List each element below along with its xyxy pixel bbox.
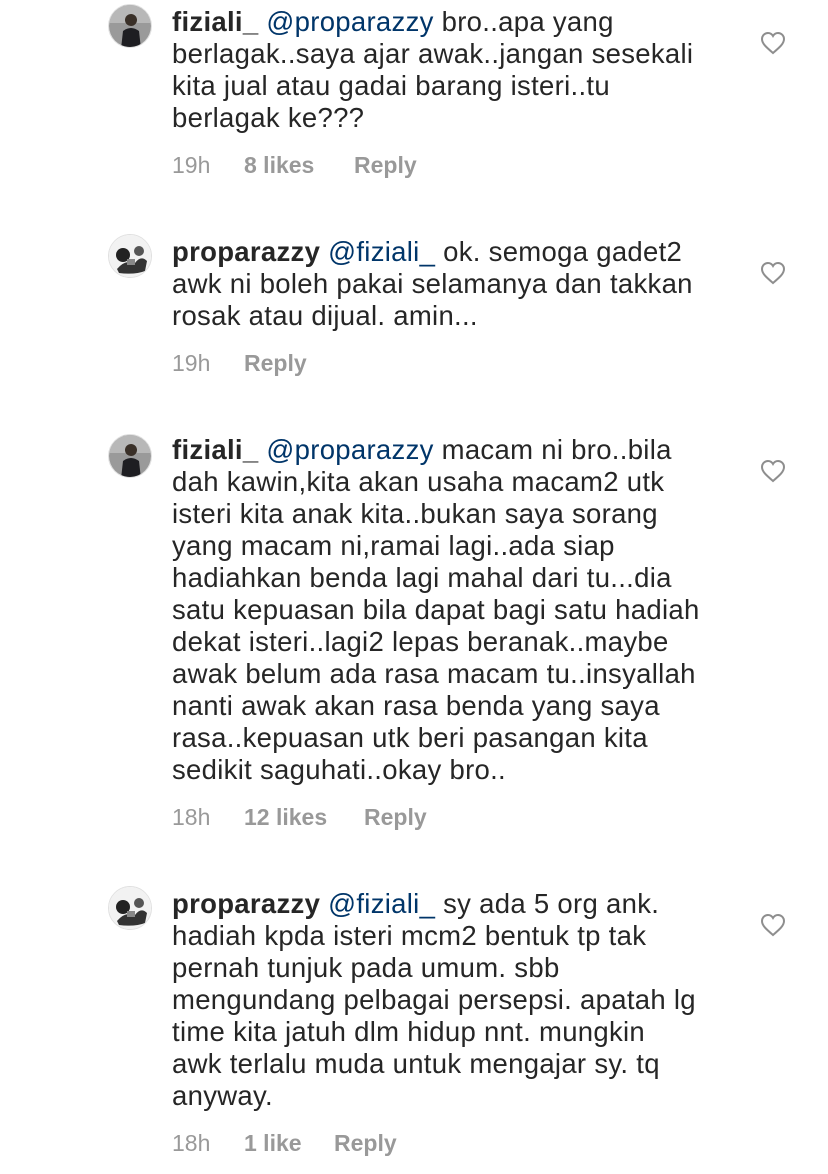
comment-time: 18h xyxy=(172,1130,211,1156)
comment-time: 19h xyxy=(172,152,211,178)
avatar-image xyxy=(109,235,151,277)
avatar-fiziali[interactable] xyxy=(108,434,152,478)
reply-button[interactable]: Reply xyxy=(334,1129,397,1157)
comment-mention[interactable]: @fiziali_ xyxy=(328,888,435,919)
avatar-proparazzy[interactable] xyxy=(108,886,152,930)
heart-outline-icon[interactable] xyxy=(760,261,786,285)
comment-text: fiziali_ @proparazzy bro..apa yang berla… xyxy=(172,6,732,134)
heart-outline-icon[interactable] xyxy=(760,913,786,937)
comment-username[interactable]: proparazzy xyxy=(172,236,320,267)
comment-text: proparazzy @fiziali_ sy ada 5 org ank. h… xyxy=(172,888,732,1112)
comment-body: sy ada 5 org ank. hadiah kpda isteri mcm… xyxy=(172,888,696,1111)
comment-text: fiziali_ @proparazzy macam ni bro..bila … xyxy=(172,434,732,786)
comment-username[interactable]: fiziali_ xyxy=(172,434,258,465)
heart-outline-icon[interactable] xyxy=(760,31,786,55)
reply-button[interactable]: Reply xyxy=(364,803,427,831)
avatar-image xyxy=(109,887,151,929)
comment-likes[interactable]: 8 likes xyxy=(244,151,354,179)
reply-button[interactable]: Reply xyxy=(244,349,307,377)
avatar-fiziali[interactable] xyxy=(108,4,152,48)
avatar-proparazzy[interactable] xyxy=(108,234,152,278)
comment-username[interactable]: fiziali_ xyxy=(172,6,258,37)
heart-outline-icon[interactable] xyxy=(760,459,786,483)
comment-time: 19h xyxy=(172,350,211,376)
comment-mention[interactable]: @proparazzy xyxy=(266,6,433,37)
comment-meta: 19h Reply xyxy=(172,349,307,377)
comment-body: macam ni bro..bila dah kawin,kita akan u… xyxy=(172,434,700,785)
comment-meta: 19h 8 likes Reply xyxy=(172,151,417,179)
comment-time: 18h xyxy=(172,804,211,830)
comment-meta: 18h 1 like Reply xyxy=(172,1129,397,1157)
reply-button[interactable]: Reply xyxy=(354,151,417,179)
comment-likes[interactable]: 12 likes xyxy=(244,803,364,831)
comment-mention[interactable]: @proparazzy xyxy=(266,434,433,465)
comment-text: proparazzy @fiziali_ ok. semoga gadet2 a… xyxy=(172,236,732,332)
avatar-image xyxy=(109,435,151,477)
comment-username[interactable]: proparazzy xyxy=(172,888,320,919)
comment-mention[interactable]: @fiziali_ xyxy=(328,236,435,267)
comment-meta: 18h 12 likes Reply xyxy=(172,803,427,831)
comment-likes[interactable]: 1 like xyxy=(244,1129,334,1157)
avatar-image xyxy=(109,5,151,47)
